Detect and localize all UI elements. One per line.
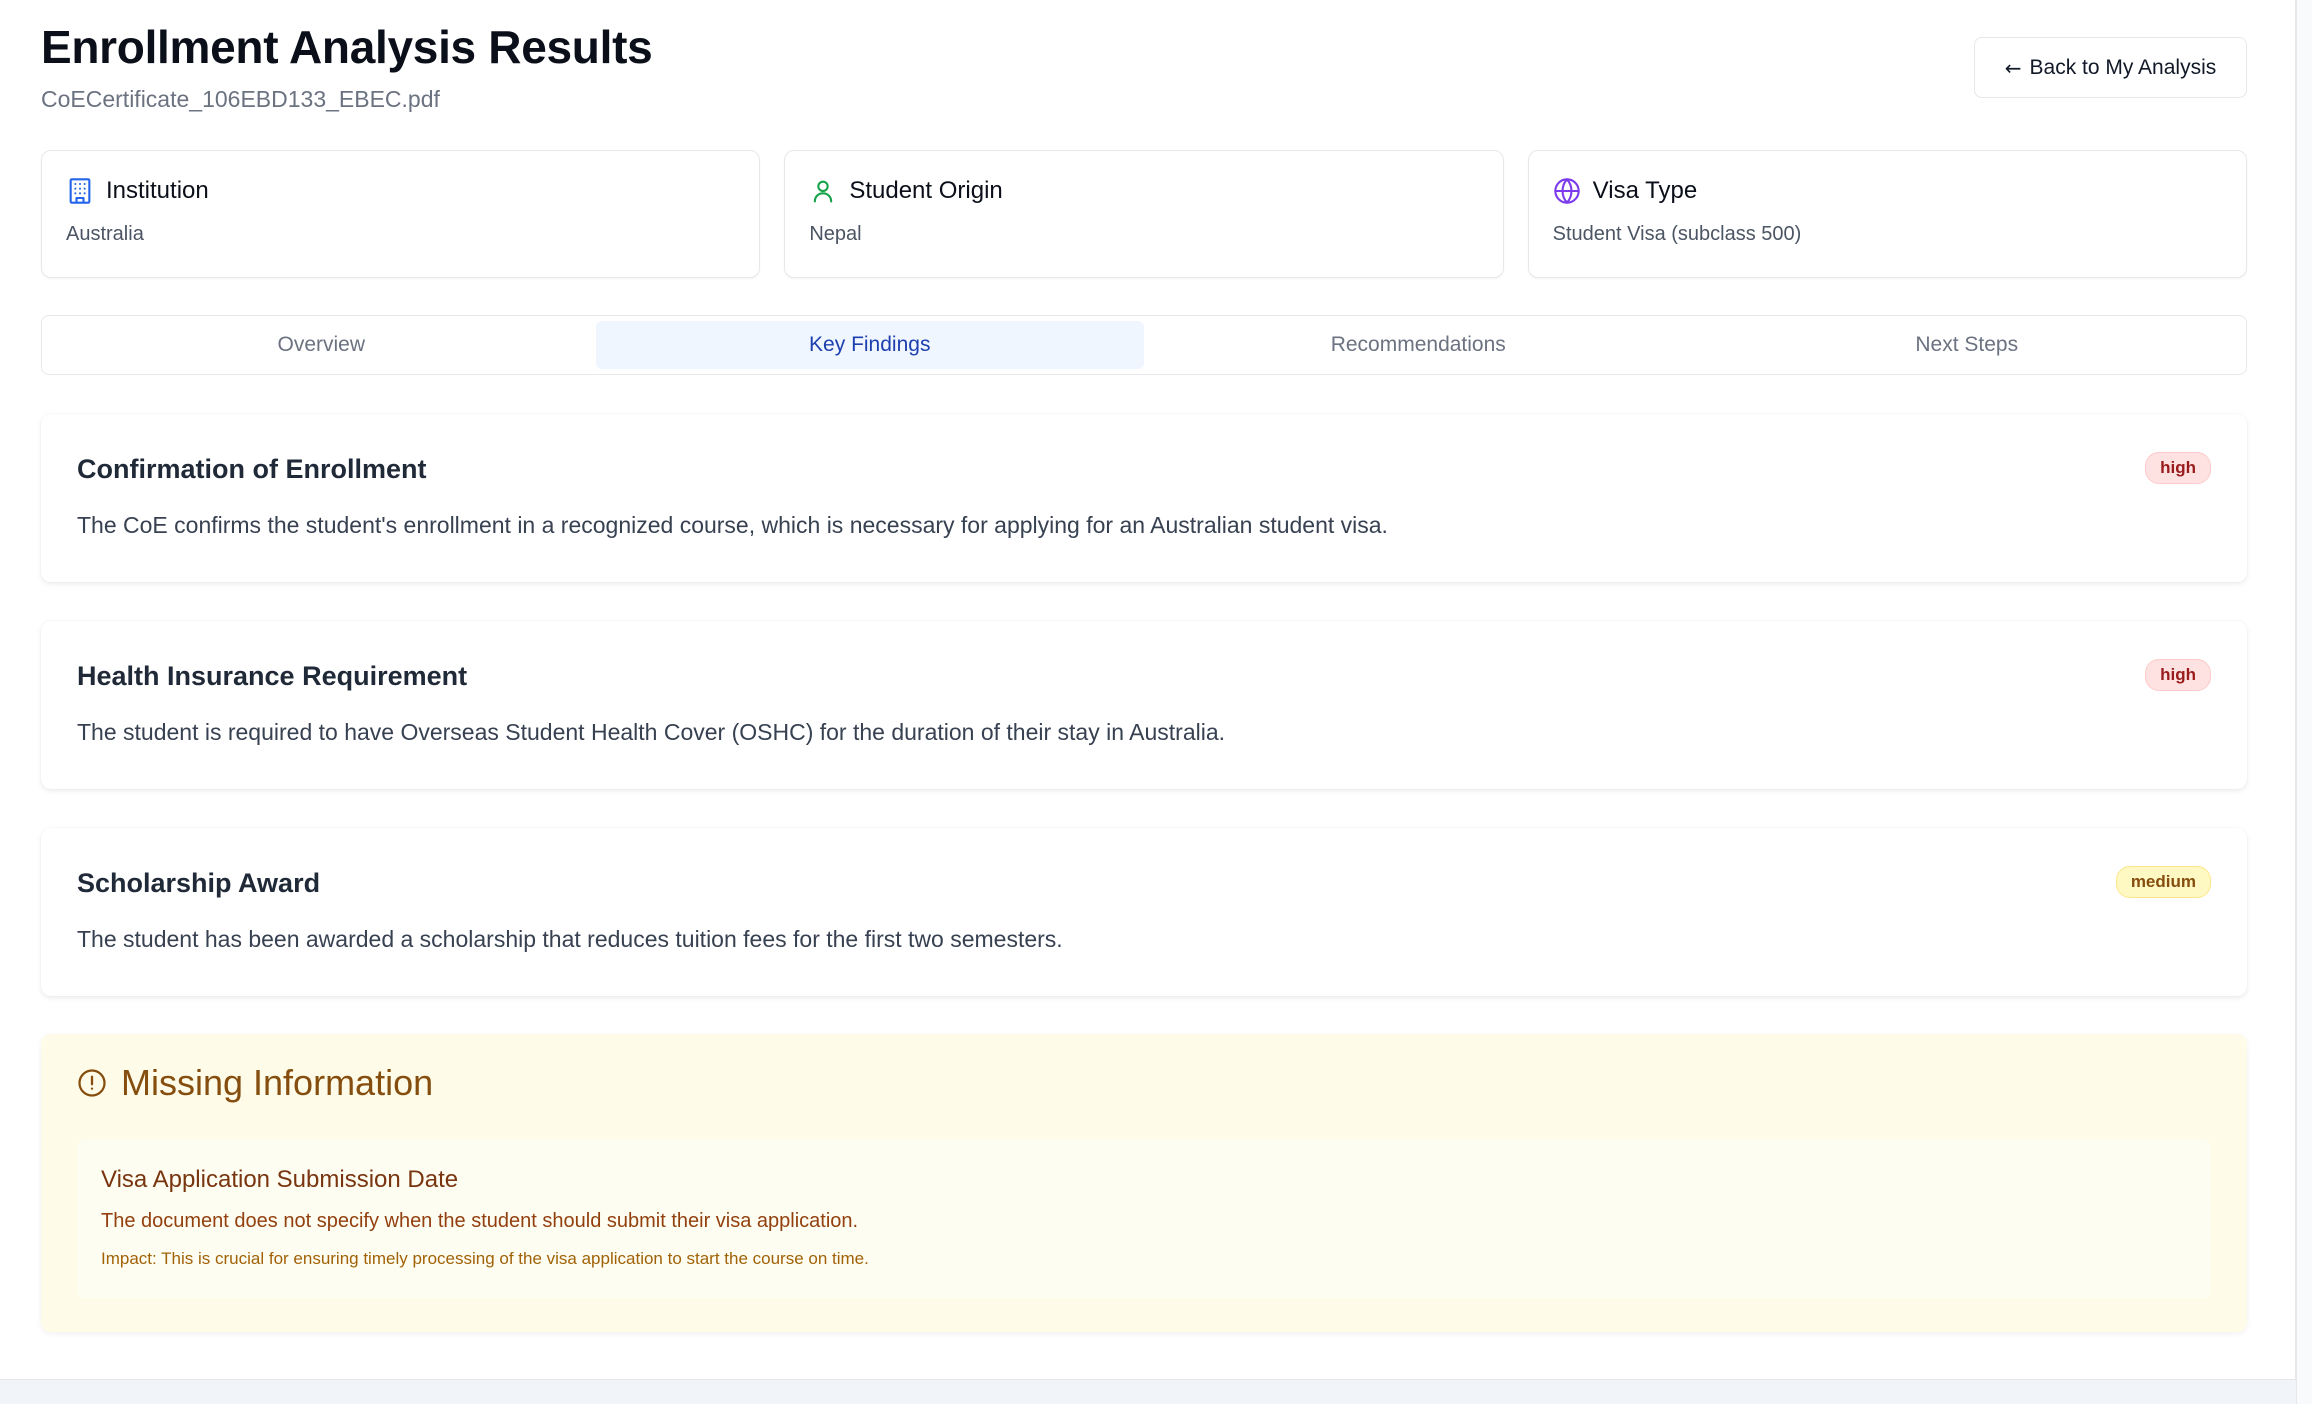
info-cards: Institution Australia Student Origin Nep…	[41, 150, 2247, 278]
student-origin-label: Student Origin	[849, 177, 1003, 204]
institution-label: Institution	[106, 177, 209, 204]
alert-circle-icon	[77, 1068, 107, 1098]
page-header: Enrollment Analysis Results CoECertifica…	[41, 20, 653, 113]
tab-next-steps[interactable]: Next Steps	[1693, 321, 2242, 369]
missing-information-panel: Missing Information Visa Application Sub…	[41, 1034, 2247, 1332]
finding-description: The CoE confirms the student's enrollmen…	[77, 512, 1388, 538]
institution-value: Australia	[66, 223, 144, 245]
student-origin-card: Student Origin Nepal	[784, 150, 1504, 278]
finding-title: Health Insurance Requirement	[77, 661, 468, 691]
tab-key-findings[interactable]: Key Findings	[595, 321, 1144, 369]
visa-type-card: Visa Type Student Visa (subclass 500)	[1527, 150, 2247, 278]
priority-badge: high	[2145, 452, 2211, 484]
missing-item: Visa Application Submission Date The doc…	[77, 1140, 2211, 1298]
priority-badge: medium	[2115, 866, 2211, 898]
user-icon	[809, 177, 837, 205]
back-button-label: Back to My Analysis	[2029, 55, 2217, 79]
globe-icon	[1553, 177, 1581, 205]
finding-title: Confirmation of Enrollment	[77, 454, 427, 484]
student-origin-value: Nepal	[809, 223, 862, 245]
finding-description: The student has been awarded a scholarsh…	[77, 926, 1063, 952]
missing-information-title: Missing Information	[121, 1062, 434, 1103]
finding-card: Confirmation of Enrollment high The CoE …	[41, 414, 2247, 582]
visa-type-value: Student Visa (subclass 500)	[1552, 223, 1802, 245]
main-page: Enrollment Analysis Results CoECertifica…	[0, 0, 2296, 1380]
missing-item-title: Visa Application Submission Date	[101, 1166, 459, 1193]
visa-type-label: Visa Type	[1592, 177, 1698, 204]
tab-recommendations[interactable]: Recommendations	[1144, 321, 1693, 369]
missing-item-description: The document does not specify when the s…	[101, 1210, 859, 1232]
file-name: CoECertificate_106EBD133_EBEC.pdf	[41, 86, 440, 112]
building-icon	[66, 177, 94, 205]
finding-card: Health Insurance Requirement high The st…	[41, 621, 2247, 789]
back-to-analysis-button[interactable]: ← Back to My Analysis	[1974, 37, 2247, 98]
arrow-left-icon: ←	[2004, 55, 2022, 80]
page-title: Enrollment Analysis Results	[41, 21, 653, 73]
results-tabs: Overview Key Findings Recommendations Ne…	[41, 315, 2247, 375]
finding-title: Scholarship Award	[77, 868, 321, 898]
vertical-scrollbar[interactable]	[2296, 0, 2312, 1404]
finding-card: Scholarship Award medium The student has…	[41, 828, 2247, 996]
missing-item-impact: Impact: This is crucial for ensuring tim…	[101, 1249, 869, 1268]
finding-description: The student is required to have Overseas…	[77, 719, 1226, 745]
institution-card: Institution Australia	[41, 150, 761, 278]
priority-badge: high	[2145, 659, 2211, 691]
tab-overview[interactable]: Overview	[47, 321, 596, 369]
